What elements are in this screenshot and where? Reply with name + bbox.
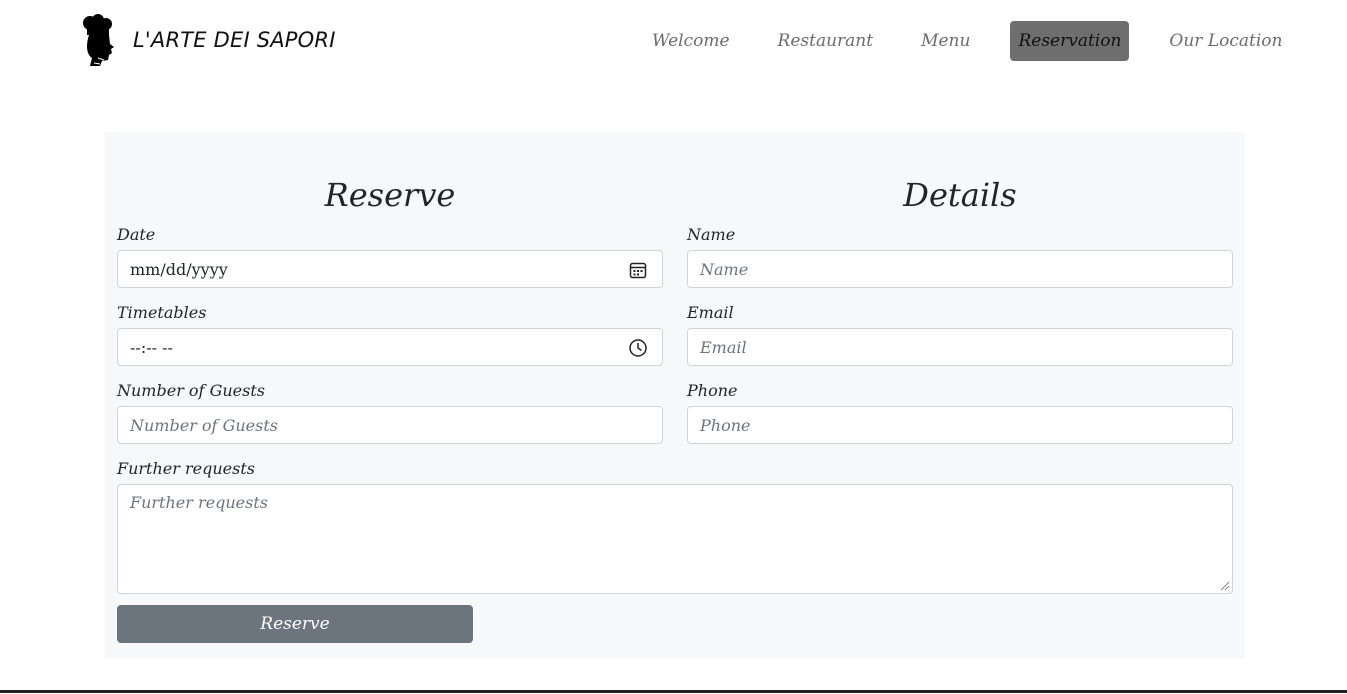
name-input[interactable]: Name	[687, 250, 1233, 288]
date-input-value: mm/dd/yyyy	[130, 259, 228, 279]
phone-field-group: Phone Phone	[687, 381, 1233, 444]
email-field-group: Email Email	[687, 303, 1233, 366]
time-input-value: --:-- --	[130, 337, 173, 357]
time-input[interactable]: --:-- --	[117, 328, 663, 366]
date-input[interactable]: mm/dd/yyyy	[117, 250, 663, 288]
phone-label: Phone	[687, 381, 738, 400]
email-input-placeholder: Email	[700, 337, 747, 357]
resize-grip-icon[interactable]	[1220, 581, 1230, 591]
footer-divider	[0, 690, 1347, 693]
guests-input-placeholder: Number of Guests	[130, 415, 278, 435]
guests-input[interactable]: Number of Guests	[117, 406, 663, 444]
chef-head-icon	[83, 14, 114, 66]
requests-field-group: Further requests Further requests	[117, 459, 1233, 594]
email-label: Email	[687, 303, 734, 322]
nav-item-our-location[interactable]: Our Location	[1161, 21, 1290, 61]
main-nav: Welcome Restaurant Menu Reservation Our …	[644, 21, 1290, 61]
date-field-group: Date mm/dd/yyyy	[117, 225, 663, 288]
nav-item-menu[interactable]: Menu	[913, 21, 978, 61]
details-title: Details	[903, 176, 1017, 214]
brand[interactable]: L'ARTE DEI SAPORI	[78, 14, 336, 66]
reserve-button[interactable]: Reserve	[117, 605, 473, 643]
reserve-title: Reserve	[324, 176, 456, 214]
name-input-placeholder: Name	[700, 259, 749, 279]
brand-name: L'ARTE DEI SAPORI	[133, 28, 336, 52]
requests-textarea[interactable]: Further requests	[117, 484, 1233, 594]
email-input[interactable]: Email	[687, 328, 1233, 366]
name-field-group: Name Name	[687, 225, 1233, 288]
navbar: L'ARTE DEI SAPORI Welcome Restaurant Men…	[0, 0, 1347, 82]
nav-item-restaurant[interactable]: Restaurant	[770, 21, 882, 61]
guests-label: Number of Guests	[117, 381, 265, 400]
requests-label: Further requests	[117, 459, 255, 478]
calendar-icon[interactable]	[628, 260, 648, 280]
nav-item-welcome[interactable]: Welcome	[644, 21, 738, 61]
requests-textarea-placeholder: Further requests	[130, 493, 268, 512]
clock-icon[interactable]	[628, 338, 648, 358]
guests-field-group: Number of Guests Number of Guests	[117, 381, 663, 444]
reservation-form: Reserve Date mm/dd/yyyy Timetables --:--…	[105, 132, 1245, 658]
phone-input[interactable]: Phone	[687, 406, 1233, 444]
nav-item-reservation[interactable]: Reservation	[1010, 21, 1130, 61]
time-field-group: Timetables --:-- --	[117, 303, 663, 366]
date-label: Date	[117, 225, 156, 244]
phone-input-placeholder: Phone	[700, 415, 751, 435]
time-label: Timetables	[117, 303, 207, 322]
name-label: Name	[687, 225, 736, 244]
